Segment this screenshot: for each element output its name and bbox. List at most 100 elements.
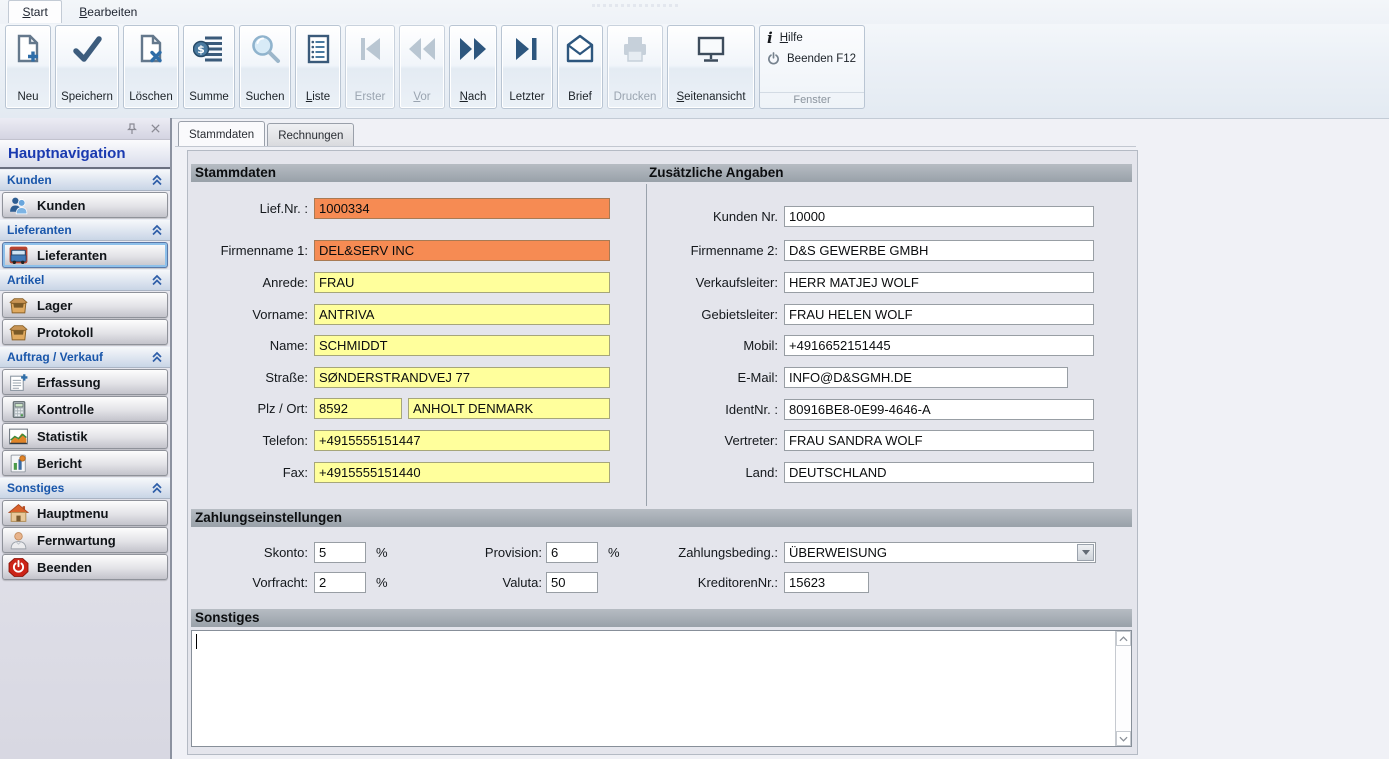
telefon-field[interactable]: +4915555151447: [314, 430, 610, 451]
dropdown-button[interactable]: [1077, 544, 1094, 561]
payment-row: Skonto: 5 % Provision: 6 % Zahlungsbedin…: [188, 542, 1131, 563]
sidebar-item-lieferanten[interactable]: Lieferanten: [2, 242, 168, 268]
anrede-label: Anrede:: [188, 272, 314, 293]
kunden-nr-field[interactable]: 10000: [784, 206, 1094, 227]
firmenname2-field[interactable]: D&S GEWERBE GMBH: [784, 240, 1094, 261]
button-label: Summe: [189, 91, 229, 104]
zahlung-section-title: Zahlungseinstellungen: [191, 510, 342, 525]
search-icon: [249, 33, 281, 65]
first-record-icon: [354, 33, 386, 65]
calculator-icon: [8, 399, 29, 420]
button-label: Hilfe: [780, 32, 803, 44]
tab-stammdaten[interactable]: Stammdaten: [178, 121, 265, 147]
button-label: Suchen: [245, 91, 284, 104]
email-field[interactable]: INFO@D&SGMH.DE: [784, 367, 1068, 388]
vertical-scrollbar[interactable]: [1115, 631, 1131, 746]
sidebar-section-kunden[interactable]: Kunden: [0, 169, 170, 191]
scroll-down-button[interactable]: [1116, 731, 1131, 746]
sidebar-item-fernwartung[interactable]: Fernwartung: [2, 527, 168, 553]
form-panel: Stammdaten Zusätzliche Angaben Lief.Nr. …: [187, 150, 1138, 755]
neu-button[interactable]: Neu: [5, 25, 51, 109]
gebietsleiter-field[interactable]: FRAU HELEN WOLF: [784, 304, 1094, 325]
plz-field[interactable]: 8592: [314, 398, 402, 419]
land-label: Land:: [648, 462, 784, 483]
lief-nr-label: Lief.Nr. :: [188, 198, 314, 219]
sonstiges-textarea[interactable]: [191, 630, 1132, 747]
vertreter-field[interactable]: FRAU SANDRA WOLF: [784, 430, 1094, 451]
beenden-f12-button[interactable]: Beenden F12: [760, 47, 864, 67]
entry-note-icon: [8, 372, 29, 393]
skonto-field[interactable]: 5: [314, 542, 366, 563]
sidebar-item-hauptmenu[interactable]: Hauptmenu: [2, 500, 168, 526]
provision-field[interactable]: 6: [546, 542, 598, 563]
seitenansicht-button[interactable]: Seitenansicht: [667, 25, 755, 109]
valuta-field[interactable]: 50: [546, 572, 598, 593]
sidebar-item-erfassung[interactable]: Erfassung: [2, 369, 168, 395]
button-label: Löschen: [129, 91, 172, 104]
application-window: Start Bearbeiten Neu Speichern Löschen $…: [0, 0, 1389, 759]
ribbon-tab-start[interactable]: Start: [8, 0, 61, 23]
vorfracht-field[interactable]: 2: [314, 572, 366, 593]
drucken-button[interactable]: Drucken: [607, 25, 663, 109]
hilfe-button[interactable]: i Hilfe: [760, 26, 864, 47]
summe-button[interactable]: $ Summe: [183, 25, 235, 109]
fax-field[interactable]: +4915555151440: [314, 462, 610, 483]
collapse-chevron-icon[interactable]: [151, 482, 163, 494]
button-label: Nach: [460, 91, 487, 104]
chevron-down-icon: [1119, 736, 1128, 742]
sidebar-item-kontrolle[interactable]: Kontrolle: [2, 396, 168, 422]
suchen-button[interactable]: Suchen: [239, 25, 291, 109]
kreditorennr-field[interactable]: 15623: [784, 572, 869, 593]
sidebar-section-sonstiges[interactable]: Sonstiges: [0, 477, 170, 499]
new-document-icon: [12, 33, 44, 65]
vorname-label: Vorname:: [188, 304, 314, 325]
sidebar: Hauptnavigation Kunden Kunden Lieferante…: [0, 118, 172, 759]
letzter-button[interactable]: Letzter: [501, 25, 553, 109]
nach-button[interactable]: Nach: [449, 25, 497, 109]
sidebar-item-beenden[interactable]: Beenden: [2, 554, 168, 580]
brief-button[interactable]: Brief: [557, 25, 603, 109]
sidebar-item-kunden[interactable]: Kunden: [2, 192, 168, 218]
zahlungsbedingung-select[interactable]: ÜBERWEISUNG: [784, 542, 1096, 563]
tab-rechnungen[interactable]: Rechnungen: [267, 123, 354, 147]
verkaufsleiter-field[interactable]: HERR MATJEJ WOLF: [784, 272, 1094, 293]
sidebar-item-lager[interactable]: Lager: [2, 292, 168, 318]
pin-icon[interactable]: [126, 123, 138, 135]
collapse-chevron-icon[interactable]: [151, 224, 163, 236]
collapse-chevron-icon[interactable]: [151, 274, 163, 286]
strasse-field[interactable]: SØNDERSTRANDVEJ 77: [314, 367, 610, 388]
sidebar-section-artikel[interactable]: Artikel: [0, 269, 170, 291]
sidebar-item-protokoll[interactable]: Protokoll: [2, 319, 168, 345]
ribbon-tab-bearbeiten[interactable]: Bearbeiten: [66, 1, 150, 23]
mobil-field[interactable]: +4916652151445: [784, 335, 1094, 356]
sidebar-item-statistik[interactable]: Statistik: [2, 423, 168, 449]
speichern-button[interactable]: Speichern: [55, 25, 119, 109]
collapse-chevron-icon[interactable]: [151, 351, 163, 363]
vorname-field[interactable]: ANTRIVA: [314, 304, 610, 325]
land-field[interactable]: DEUTSCHLAND: [784, 462, 1094, 483]
anrede-field[interactable]: FRAU: [314, 272, 610, 293]
liste-button[interactable]: Liste: [295, 25, 341, 109]
sidebar-section-lieferanten[interactable]: Lieferanten: [0, 219, 170, 241]
ort-field[interactable]: ANHOLT DENMARK: [408, 398, 610, 419]
close-icon[interactable]: [150, 123, 161, 134]
zahlungsbedingung-label: Zahlungsbeding.:: [648, 542, 784, 563]
plz-ort-label: Plz / Ort:: [188, 398, 314, 419]
firmenname1-field[interactable]: DEL&SERV INC: [314, 240, 610, 261]
name-field[interactable]: SCHMIDDT: [314, 335, 610, 356]
field-row: Straße: SØNDERSTRANDVEJ 77: [188, 367, 610, 388]
vor-button[interactable]: Vor: [399, 25, 445, 109]
collapse-chevron-icon[interactable]: [151, 174, 163, 186]
field-row: Telefon: +4915555151447: [188, 430, 610, 451]
loeschen-button[interactable]: Löschen: [123, 25, 179, 109]
erster-button[interactable]: Erster: [345, 25, 395, 109]
scroll-up-button[interactable]: [1116, 631, 1131, 646]
sidebar-item-bericht[interactable]: Bericht: [2, 450, 168, 476]
lief-nr-field[interactable]: 1000334: [314, 198, 610, 219]
field-row: Firmenname 1: DEL&SERV INC: [188, 240, 610, 261]
button-label: Vor: [413, 91, 430, 104]
previous-record-icon: [406, 33, 438, 65]
identnr-field[interactable]: 80916BE8-0E99-4646-A: [784, 399, 1094, 420]
sidebar-section-auftrag-verkauf[interactable]: Auftrag / Verkauf: [0, 346, 170, 368]
firmenname1-label: Firmenname 1:: [188, 240, 314, 261]
